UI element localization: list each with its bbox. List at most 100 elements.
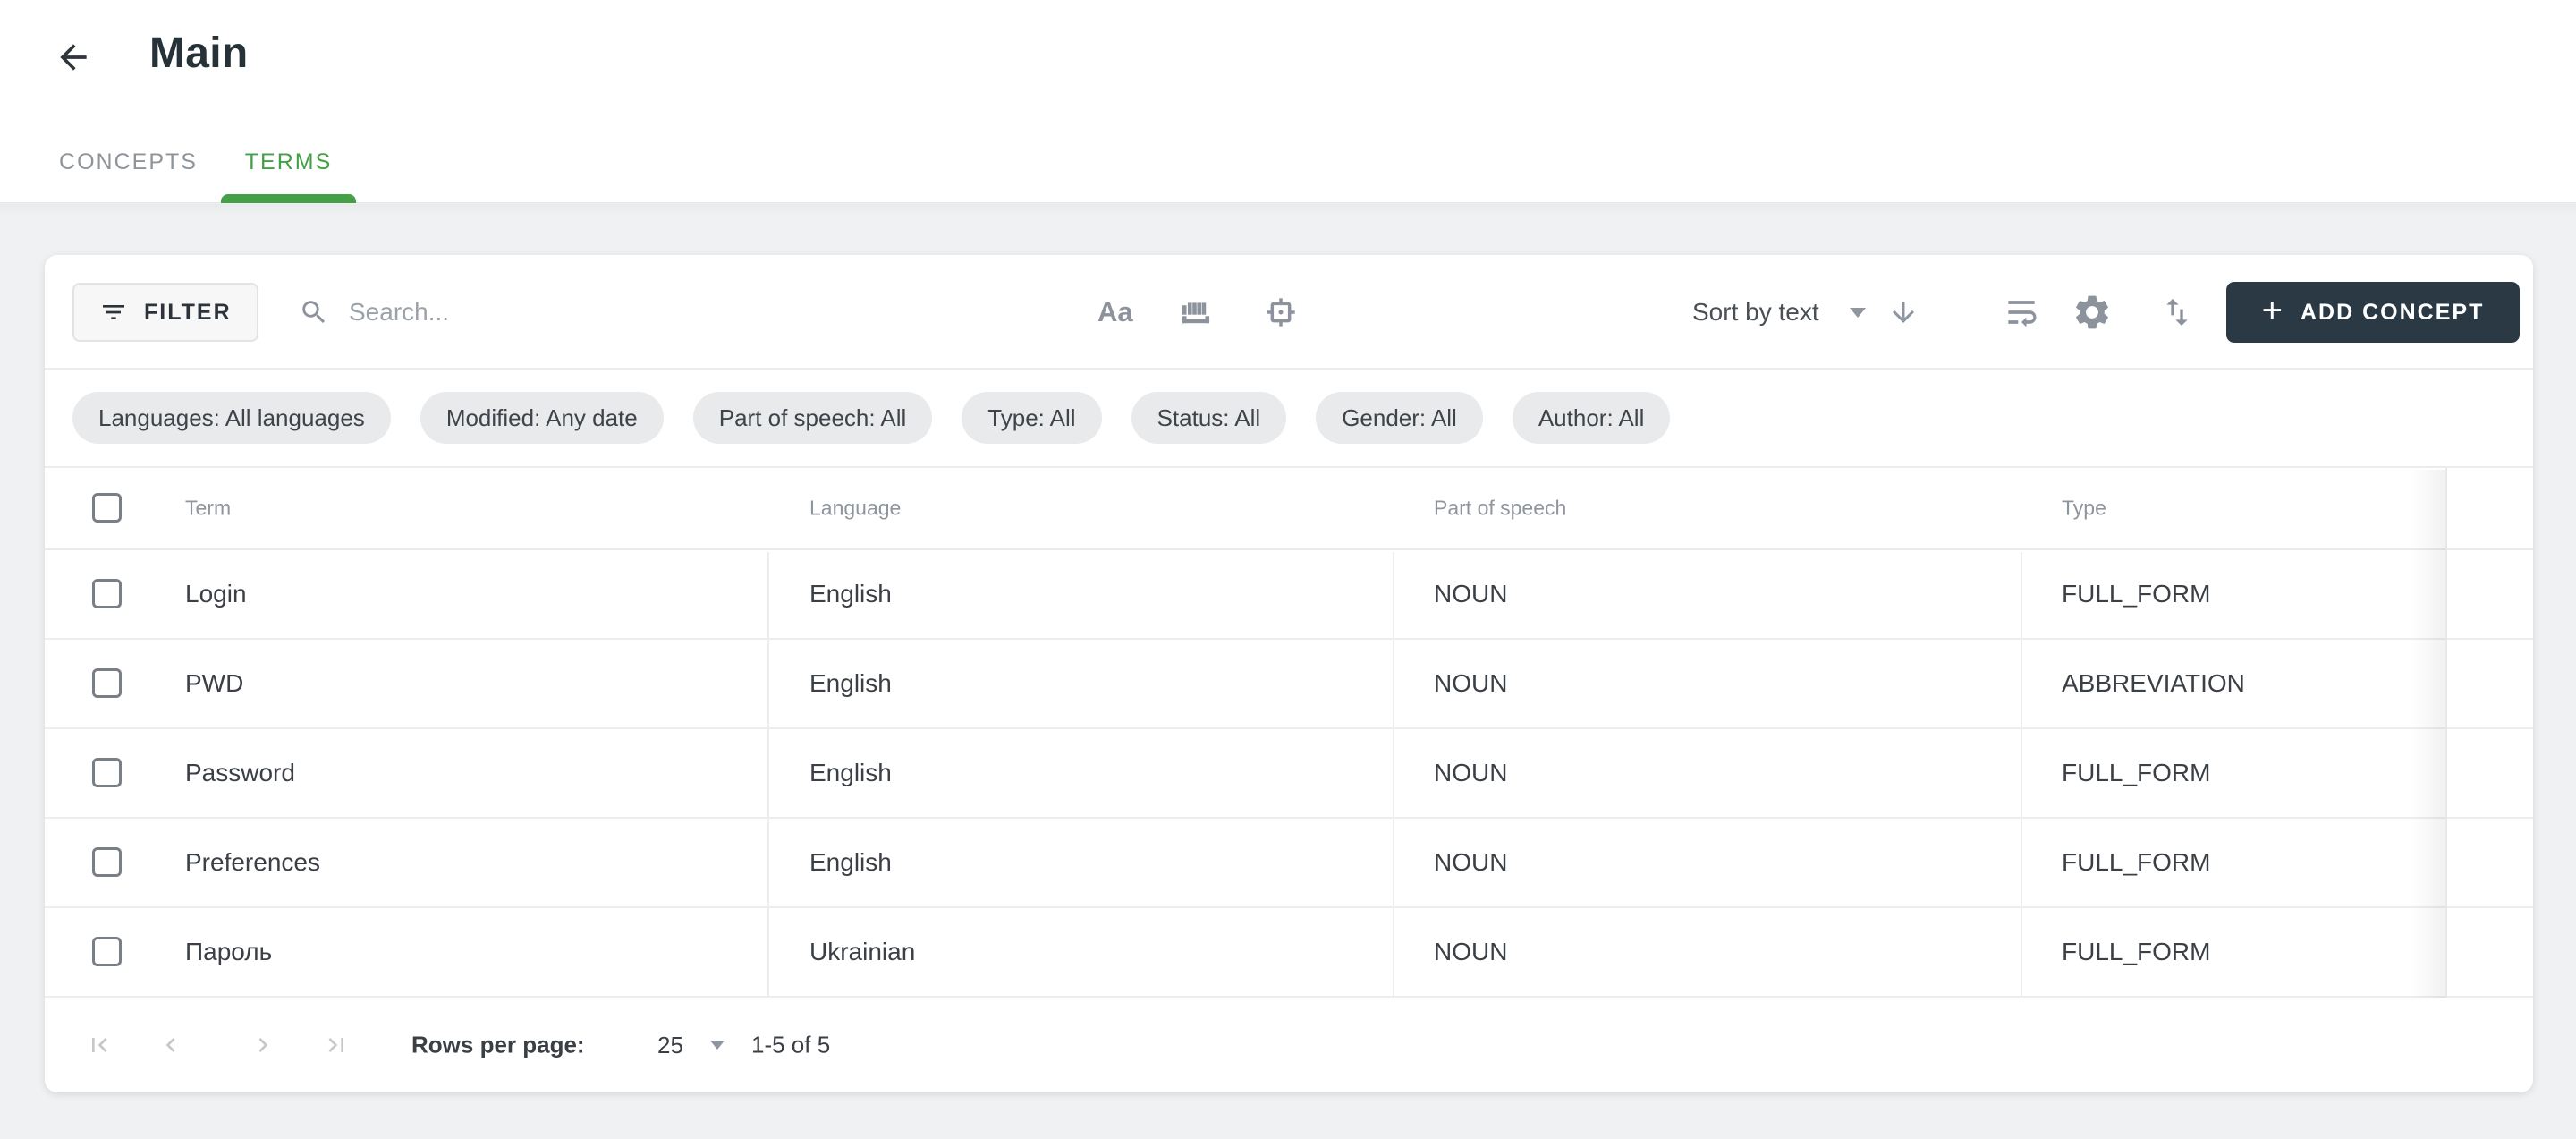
last-page-button[interactable]	[322, 1031, 351, 1059]
wrap-text-button[interactable]	[2002, 255, 2041, 370]
table-row[interactable]: PWD English NOUN ABBREVIATION	[45, 640, 2533, 729]
import-export-button[interactable]	[2159, 255, 2195, 370]
tab-terms-label: TERMS	[245, 149, 333, 175]
chip-status[interactable]: Status: All	[1131, 392, 1287, 444]
table-header: Term Language Part of speech Type	[45, 468, 2533, 550]
tab-concepts[interactable]: CONCEPTS	[36, 122, 221, 202]
chevron-left-icon	[157, 1031, 185, 1059]
wrap-text-icon	[2002, 293, 2041, 332]
plus-icon: +	[2262, 293, 2283, 328]
import-export-icon	[2159, 294, 2195, 330]
cell-part-of-speech: NOUN	[1434, 640, 1507, 727]
settings-button[interactable]	[2072, 255, 2113, 370]
chip-author[interactable]: Author: All	[1513, 392, 1671, 444]
chip-languages[interactable]: Languages: All languages	[72, 392, 391, 444]
cell-term: Пароль	[185, 908, 272, 996]
gear-icon	[2072, 292, 2113, 333]
chip-part-of-speech[interactable]: Part of speech: All	[693, 392, 933, 444]
exact-match-icon	[1263, 294, 1299, 330]
filter-button[interactable]: FILTER	[72, 283, 258, 342]
chip-modified[interactable]: Modified: Any date	[420, 392, 664, 444]
sort-direction-button[interactable]	[1887, 255, 1919, 370]
tab-terms[interactable]: TERMS	[221, 122, 356, 202]
back-button[interactable]	[52, 36, 95, 79]
add-concept-button[interactable]: + ADD CONCEPT	[2226, 282, 2520, 343]
column-header-language: Language	[809, 497, 901, 521]
filter-chips-row: Languages: All languages Modified: Any d…	[45, 370, 2533, 468]
sort-by-label: Sort by text	[1692, 298, 1819, 327]
cell-language: English	[809, 729, 892, 817]
chevron-down-icon	[1850, 308, 1866, 318]
filter-icon	[99, 298, 128, 327]
whole-word-icon	[1179, 295, 1213, 329]
tab-concepts-label: CONCEPTS	[59, 149, 198, 175]
chip-gender[interactable]: Gender: All	[1316, 392, 1483, 444]
cell-type: FULL_FORM	[2062, 819, 2210, 906]
search-icon	[299, 297, 329, 327]
pagination-bar: Rows per page: 25 1-5 of 5	[45, 998, 2533, 1092]
row-checkbox[interactable]	[92, 579, 122, 608]
column-header-type: Type	[2062, 497, 2106, 521]
first-page-button[interactable]	[85, 1031, 114, 1059]
column-divider	[2021, 552, 2022, 998]
first-page-icon	[85, 1031, 114, 1059]
row-checkbox[interactable]	[92, 758, 122, 787]
arrow-downward-icon	[1887, 296, 1919, 328]
column-header-term: Term	[185, 497, 231, 521]
cell-type: ABBREVIATION	[2062, 640, 2245, 727]
cell-term: PWD	[185, 640, 243, 727]
table-body: Login English NOUN FULL_FORM PWD English…	[45, 550, 2533, 998]
match-case-toggle[interactable]: Aa	[1097, 255, 1133, 370]
exact-match-toggle[interactable]	[1263, 255, 1299, 370]
cell-language: English	[809, 819, 892, 906]
cell-type: FULL_FORM	[2062, 550, 2210, 638]
cell-type: FULL_FORM	[2062, 908, 2210, 996]
previous-page-button[interactable]	[157, 1031, 185, 1059]
table-row[interactable]: Preferences English NOUN FULL_FORM	[45, 819, 2533, 908]
column-divider	[1393, 552, 1394, 998]
rows-per-page-label: Rows per page:	[411, 1032, 585, 1059]
match-case-icon: Aa	[1097, 296, 1133, 328]
cell-term: Preferences	[185, 819, 320, 906]
chevron-right-icon	[249, 1031, 277, 1059]
cell-term: Password	[185, 729, 295, 817]
table-row[interactable]: Пароль Ukrainian NOUN FULL_FORM	[45, 908, 2533, 998]
tab-bar: CONCEPTS TERMS	[36, 122, 356, 202]
page-header: Main CONCEPTS TERMS	[0, 0, 2576, 203]
cell-type: FULL_FORM	[2062, 729, 2210, 817]
cell-language: English	[809, 640, 892, 727]
search-input[interactable]	[349, 285, 993, 339]
chevron-down-icon	[710, 1041, 724, 1050]
toolbar: FILTER Aa	[45, 255, 2533, 370]
page-title: Main	[149, 29, 249, 78]
whole-word-toggle[interactable]	[1179, 255, 1213, 370]
last-page-icon	[322, 1031, 351, 1059]
chip-type[interactable]: Type: All	[962, 392, 1101, 444]
row-checkbox[interactable]	[92, 937, 122, 966]
row-checkbox[interactable]	[92, 847, 122, 877]
sort-by-select[interactable]: Sort by text	[1692, 255, 1866, 370]
cell-language: English	[809, 550, 892, 638]
header-shadow	[0, 204, 2576, 217]
add-concept-label: ADD CONCEPT	[2301, 300, 2484, 326]
cell-part-of-speech: NOUN	[1434, 908, 1507, 996]
rows-per-page-select[interactable]: 25	[657, 998, 724, 1092]
pinned-column-shadow	[2410, 470, 2445, 998]
cell-part-of-speech: NOUN	[1434, 729, 1507, 817]
terms-panel: FILTER Aa	[45, 255, 2533, 1092]
pagination-range: 1-5 of 5	[751, 1032, 830, 1059]
active-tab-indicator	[221, 194, 356, 203]
rows-per-page-value: 25	[657, 1032, 683, 1059]
next-page-button[interactable]	[249, 1031, 277, 1059]
table-row[interactable]: Login English NOUN FULL_FORM	[45, 550, 2533, 640]
table-row[interactable]: Password English NOUN FULL_FORM	[45, 729, 2533, 819]
pinned-column-divider	[2445, 468, 2447, 998]
select-all-checkbox[interactable]	[92, 493, 122, 523]
column-divider	[767, 552, 769, 998]
row-checkbox[interactable]	[92, 668, 122, 698]
cell-term: Login	[185, 550, 247, 638]
arrow-back-icon	[54, 38, 93, 77]
terminology-page: Main CONCEPTS TERMS FILTER Aa	[0, 0, 2576, 1139]
cell-part-of-speech: NOUN	[1434, 819, 1507, 906]
cell-part-of-speech: NOUN	[1434, 550, 1507, 638]
